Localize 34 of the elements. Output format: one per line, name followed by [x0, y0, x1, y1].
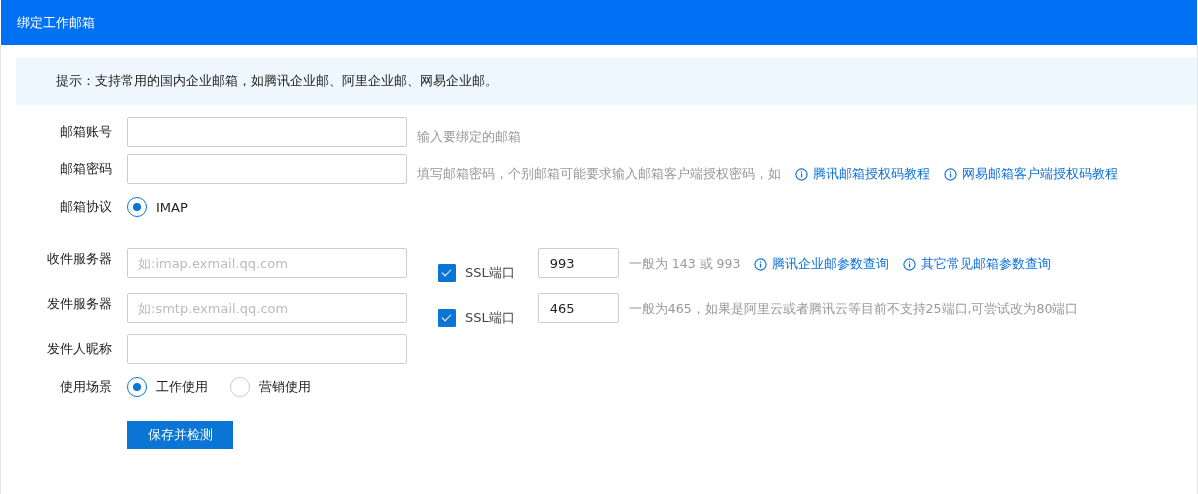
field-label: 邮箱协议: [59, 198, 113, 216]
field-label: 邮箱账号: [59, 123, 113, 141]
ssl-label: SSL端口: [465, 264, 515, 282]
input-field[interactable]: 如:smtp.exmail.qq.com: [127, 293, 407, 323]
info-icon: [754, 257, 768, 271]
input-field[interactable]: 如:imap.exmail.qq.com: [127, 248, 407, 278]
ssl-label: SSL端口: [465, 309, 515, 327]
help-link[interactable]: 其它常见邮箱参数查询: [921, 255, 1052, 273]
hint-text: 输入要绑定的邮箱: [417, 128, 521, 146]
help-link[interactable]: 网易邮箱客户端授权码教程: [962, 165, 1118, 183]
field-label: 使用场景: [59, 378, 113, 396]
input-field[interactable]: [127, 117, 407, 147]
input-field[interactable]: [127, 334, 407, 364]
ssl-checkbox[interactable]: [438, 309, 456, 327]
field-label: 发件服务器: [46, 295, 113, 313]
help-link[interactable]: 腾讯企业邮参数查询: [772, 255, 890, 273]
info-icon: [944, 167, 957, 181]
help-link[interactable]: 腾讯邮箱授权码教程: [813, 165, 930, 183]
ssl-checkbox[interactable]: [438, 264, 456, 282]
input-field[interactable]: [127, 154, 407, 184]
field-label: 邮箱密码: [59, 160, 113, 178]
port-field[interactable]: 465: [537, 293, 619, 323]
save-button[interactable]: 保存并检测: [127, 421, 233, 449]
info-icon: [795, 167, 808, 181]
port-field[interactable]: 993: [537, 248, 619, 278]
radio-label: IMAP: [156, 199, 188, 215]
info-icon: [903, 257, 917, 271]
radio-label: 工作使用: [156, 378, 208, 396]
hint-text: 填写邮箱密码，个别邮箱可能要求输入邮箱客户端授权密码，如: [417, 165, 781, 183]
field-label: 收件服务器: [46, 250, 113, 268]
field-label: 发件人昵称: [46, 340, 113, 358]
page-title: 绑定工作邮箱: [17, 13, 95, 32]
tip-text: 提示：支持常用的国内企业邮箱，如腾讯企业邮、阿里企业邮、网易企业邮。: [56, 72, 498, 90]
radio-label: 营销使用: [259, 378, 311, 396]
